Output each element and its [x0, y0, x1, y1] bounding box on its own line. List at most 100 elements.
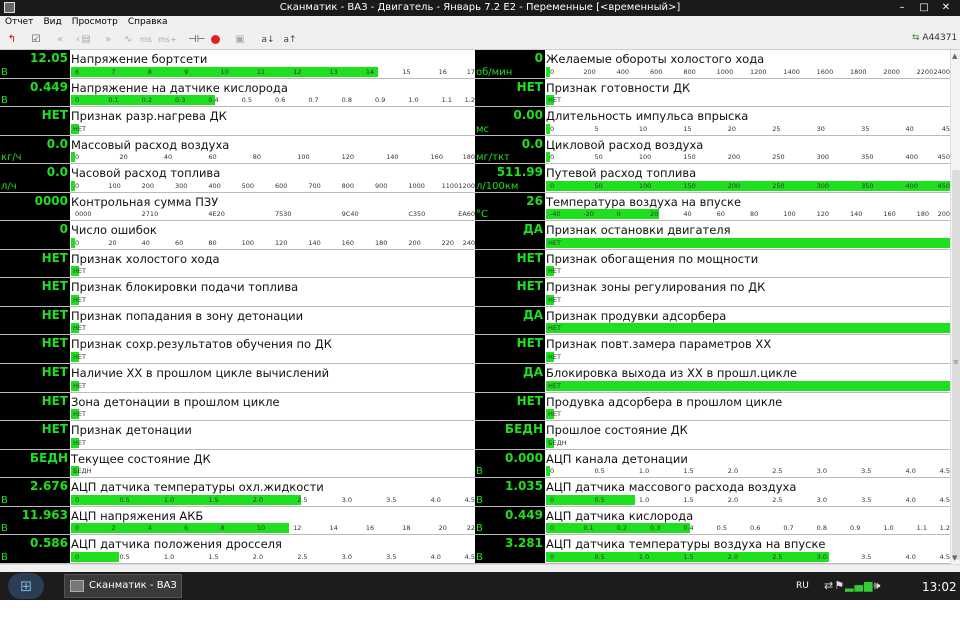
language-indicator[interactable]: RU [796, 581, 809, 591]
parameter-name: Цикловой расход воздуха [546, 137, 704, 152]
parameter-row[interactable]: НЕТ Признак разр.нагрева ДК НЕТ [0, 107, 475, 136]
list-icon[interactable]: ▤ [78, 33, 94, 47]
scale-tick-label: 11 [256, 67, 266, 76]
network-icon[interactable]: ⇄ [824, 579, 834, 592]
parameter-scale: 0 2 4 6 8 10 12 14 16 18 20 22 [71, 523, 475, 534]
parameter-name: Число ошибок [71, 223, 157, 238]
parameter-row[interactable]: ДА Признак остановки двигателя НЕТ [475, 221, 950, 250]
parameter-row[interactable]: 0.0 кг/ч Массовый расход воздуха 0 20 40 60 80 1… [0, 135, 475, 165]
taskbar-app-button[interactable]: Сканматик - ВАЗ -... [64, 574, 182, 613]
scroll-down-icon[interactable]: ▼ [952, 554, 957, 562]
parameter-row[interactable]: 0.449 В Напряжение на датчике кислорода 0 0.… [0, 78, 475, 108]
value-cell: 0.00 мс [475, 107, 545, 135]
parameter-value: НЕТ [41, 279, 68, 294]
value-cell: НЕТ [475, 335, 545, 364]
record-icon[interactable] [207, 33, 223, 47]
connection-icon: ⇆ [912, 33, 920, 43]
scale-tick-label: 0 [75, 153, 80, 162]
back-icon[interactable]: « [52, 33, 68, 47]
parameter-row[interactable]: 0.449 В АЦП датчика кислорода 0 0.1 0.2 0.3 0.4… [475, 506, 950, 536]
horizontal-scrollbar[interactable] [0, 564, 960, 572]
parameter-row[interactable]: ДА Признак продувки адсорбера НЕТ [475, 306, 950, 336]
parameter-row[interactable]: БЕДН Текущее состояние ДК БЕДН [0, 449, 475, 479]
parameter-row[interactable]: НЕТ Зона детонации в прошлом цикле НЕТ [0, 392, 475, 422]
parameter-row[interactable]: БЕДН Прошлое состояние ДК БЕДН [475, 421, 950, 450]
chart-icon[interactable]: ▣ [232, 33, 248, 47]
parameter-row[interactable]: 511.99 л/100км Путевой расход топлива 0 50 10… [475, 164, 950, 193]
scale-tick-label: НЕТ [548, 96, 561, 105]
parameter-row[interactable]: 0.0 мг/ткт Цикловой расход воздуха 0 50 100 15… [475, 135, 950, 165]
parameter-row[interactable]: 0 об/мин Желаемые обороты холостого хода 0 2… [475, 50, 950, 79]
parameter-row[interactable]: НЕТ Признак холостого хода НЕТ [0, 249, 475, 279]
volume-icon[interactable]: 🕪 [873, 579, 881, 592]
parameter-row[interactable]: 2.676 В АЦП датчика температуры охл.жидкос… [0, 478, 475, 507]
scale-tick-label: 0.4 [208, 96, 219, 105]
menu-help[interactable]: Справка [123, 16, 173, 27]
sort-font-icon[interactable]: a↑ [282, 33, 298, 47]
parameter-scale: НЕТ [71, 294, 475, 305]
scale-tick-label: 250 [772, 153, 785, 162]
graph-icon[interactable]: ∿ [120, 33, 136, 47]
parameter-row[interactable]: 0.00 мс Длительность импульса впрыска 0 5 10 1… [475, 107, 950, 136]
ms-icon[interactable]: ms [138, 33, 154, 47]
signal-icon[interactable]: ▂▄▆ [845, 579, 873, 592]
security-icon[interactable]: ⚑ [834, 579, 845, 592]
vertical-scrollbar[interactable]: ▲ ≡ ▼ [950, 50, 960, 564]
parameter-row[interactable]: 0000 Контрольная сумма ПЗУ 0000 2710 4E20 753… [0, 192, 475, 222]
scale-tick-label: 350 [861, 181, 874, 190]
parameter-row[interactable]: 11.963 В АЦП напряжения АКБ 0 2 4 6 8 10 12 14 16 18… [0, 506, 475, 536]
menu-browse[interactable]: Просмотр [67, 16, 123, 27]
parameter-value: 0.449 [30, 79, 68, 94]
parameter-row[interactable]: НЕТ Признак детонации НЕТ [0, 421, 475, 450]
parameter-name: Признак детонации [71, 423, 192, 438]
parameter-row[interactable]: 0.0 л/ч Часовой расход топлива 0 100 200 300 40… [0, 164, 475, 193]
parameter-row[interactable]: 1.035 В АЦП датчика массового расхода возд… [475, 478, 950, 507]
parameter-row[interactable]: 26 °C Температура воздуха на впуске -40 -20 0… [475, 192, 950, 222]
parameter-unit: л/100км [476, 180, 519, 192]
ms-plus-icon[interactable]: ms+ [158, 33, 177, 47]
start-button[interactable]: ⊞ [8, 573, 44, 599]
parameter-row[interactable]: 0.000 В АЦП канала детонации 0 0.5 1.0 1.5 2.0 2… [475, 449, 950, 479]
scale-tick-label: 180 [462, 153, 475, 162]
parameter-name: Напряжение бортсети [71, 52, 208, 66]
parameter-row[interactable]: 0 Число ошибок 0 20 40 60 80 100 120 140 160 180 200… [0, 221, 475, 250]
report-icon[interactable]: ☑ [28, 33, 44, 47]
parameter-value: НЕТ [41, 365, 68, 380]
parameter-row[interactable]: НЕТ Продувка адсорбера в прошлом цикле НЕТ [475, 392, 950, 422]
scale-tick-label: 200 [937, 210, 950, 219]
parameter-row[interactable]: 12.05 В Напряжение бортсети 6 7 8 9 10 11 12 13 14 1… [0, 50, 475, 79]
parameter-row[interactable]: НЕТ Признак зоны регулирования по ДК НЕТ [475, 278, 950, 307]
scale-tick-label: 200 [583, 67, 596, 76]
scale-tick-label: 4.5 [939, 552, 950, 561]
parameter-row[interactable]: 3.281 В АЦП датчика температуры воздуха на… [475, 535, 950, 564]
scroll-up-icon[interactable]: ▲ [952, 52, 957, 60]
scale-tick-label: 10 [256, 524, 266, 533]
parameter-name: Признак остановки двигателя [546, 223, 731, 238]
exit-icon[interactable]: ↰ [4, 33, 20, 47]
scale-tick-label: 20 [438, 524, 447, 533]
scale-tick-label: 200 [727, 181, 741, 190]
clock[interactable]: 13:02 [922, 580, 957, 594]
menu-report[interactable]: Отчет [0, 16, 38, 27]
minimize-button[interactable]: – [894, 1, 910, 14]
parameter-row[interactable]: НЕТ Признак повт.замера параметров ХХ НЕТ [475, 335, 950, 365]
forward-icon[interactable]: » [100, 33, 116, 47]
parameter-row[interactable]: НЕТ Признак готовности ДК НЕТ [475, 78, 950, 108]
maximize-button[interactable]: □ [916, 1, 932, 14]
parameter-row[interactable]: НЕТ Признак блокировки подачи топлива НЕТ [0, 278, 475, 307]
scale-tick-label: 220 [441, 238, 455, 247]
probe-icon[interactable]: ⊣⊢ [188, 33, 205, 47]
sort-asc-icon[interactable]: a↓ [260, 33, 276, 47]
parameter-row[interactable]: НЕТ Признак обогащения по мощности НЕТ [475, 249, 950, 279]
parameter-row[interactable]: НЕТ Признак сохр.результатов обучения по … [0, 335, 475, 365]
parameter-row[interactable]: 0.586 В АЦП датчика положения дросселя 0 0.5… [0, 535, 475, 564]
parameter-value: 3.281 [505, 536, 543, 551]
parameter-row[interactable]: НЕТ Признак попадания в зону детонации НЕТ [0, 306, 475, 336]
parameter-row[interactable]: ДА Блокировка выхода из ХХ в прошл.цикле Н… [475, 364, 950, 393]
parameter-row[interactable]: НЕТ Наличие ХХ в прошлом цикле вычислений… [0, 364, 475, 393]
menu-view[interactable]: Вид [38, 16, 66, 27]
parameter-scale: 0 50 100 150 200 250 300 350 400 450 [546, 180, 950, 191]
scale-tick-label: 4.0 [430, 552, 441, 561]
value-cell: 11.963 В [0, 506, 70, 535]
close-button[interactable]: ✕ [938, 1, 954, 14]
